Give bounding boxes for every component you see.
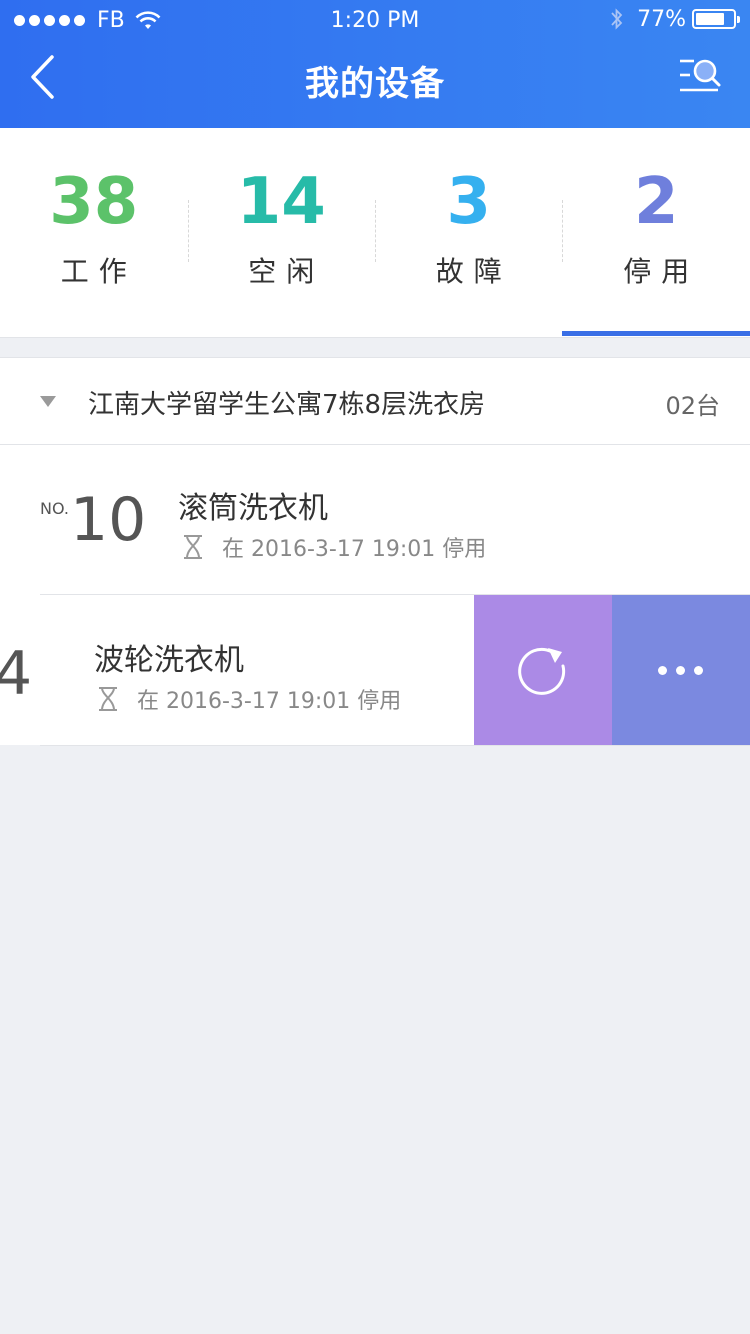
disabled-count: 2: [633, 165, 679, 239]
device-row[interactable]: NO. 10 滚筒洗衣机 在 2016-3-17 19:01 停用: [0, 445, 750, 595]
page-title: 我的设备: [305, 64, 445, 104]
device-name: 滚筒洗衣机: [178, 491, 328, 526]
fault-label: 故障: [435, 255, 512, 288]
battery-percent: 77%: [637, 6, 686, 32]
bluetooth-icon: [611, 8, 623, 30]
header: FB 1:20 PM 77% 我的设备: [0, 0, 750, 128]
device-status-text: 在 2016-3-17 19:01 停用: [137, 689, 402, 714]
active-tab-indicator: [562, 331, 750, 336]
tab-working[interactable]: 38 工作: [0, 128, 188, 338]
device-number: 4: [0, 639, 33, 709]
device-status: 在 2016-3-17 19:01 停用: [97, 683, 401, 715]
tab-idle[interactable]: 14 空闲: [188, 128, 376, 338]
status-tabs: 38 工作 14 空闲 3 故障 2 停用: [0, 128, 750, 338]
disabled-label: 停用: [623, 255, 700, 288]
device-status-text: 在 2016-3-17 19:01 停用: [222, 537, 487, 562]
device-number: 10: [70, 485, 147, 555]
collapse-triangle-icon: [40, 396, 56, 407]
group-name: 江南大学留学生公寓7栋8层洗衣房: [88, 390, 486, 420]
fault-count: 3: [446, 165, 492, 239]
tab-disabled[interactable]: 2 停用: [563, 128, 750, 338]
search-list-icon[interactable]: [678, 56, 722, 96]
status-right: 77%: [609, 6, 740, 32]
hourglass-icon: [184, 535, 202, 559]
device-number-prefix: NO.: [40, 499, 69, 518]
more-dots-icon: [658, 666, 712, 675]
device-row-swiped[interactable]: 4 波轮洗衣机 在 2016-3-17 19:01 停用: [0, 595, 750, 745]
battery-icon: [692, 9, 740, 29]
idle-count: 14: [236, 165, 326, 239]
refresh-icon: [518, 647, 566, 695]
battery-fill: [696, 13, 724, 25]
row-divider: [40, 745, 750, 746]
more-button[interactable]: [612, 595, 750, 745]
working-count: 38: [49, 165, 139, 239]
device-name: 波轮洗衣机: [94, 643, 244, 678]
hourglass-icon: [99, 687, 117, 711]
status-bar: FB 1:20 PM 77%: [0, 0, 750, 40]
battery-nub: [737, 16, 740, 23]
restore-button[interactable]: [474, 595, 612, 745]
group-header[interactable]: 江南大学留学生公寓7栋8层洗衣房 02台: [0, 357, 750, 445]
device-status: 在 2016-3-17 19:01 停用: [182, 531, 486, 563]
idle-label: 空闲: [248, 255, 325, 288]
tab-fault[interactable]: 3 故障: [375, 128, 563, 338]
group-count: 02台: [665, 392, 720, 420]
working-label: 工作: [60, 255, 137, 288]
